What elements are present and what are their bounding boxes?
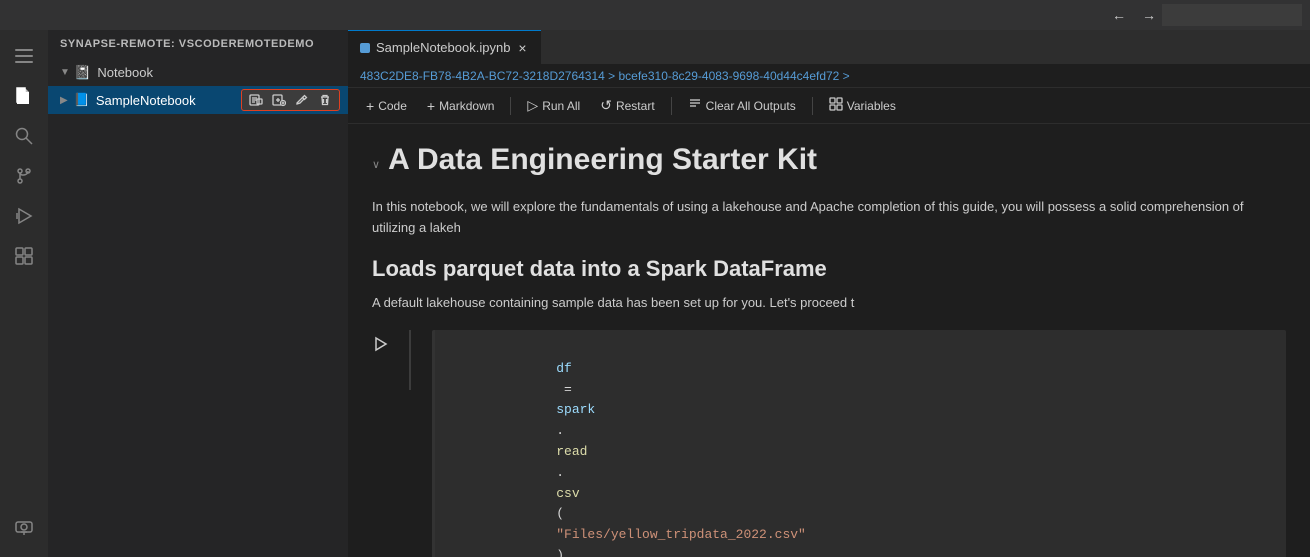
search-icon[interactable] [6, 118, 42, 154]
editor-area: SampleNotebook.ipynb × 483C2DE8-FB78-4B2… [348, 30, 1310, 557]
add-code-icon: + [366, 98, 374, 114]
notebook-tab-icon [360, 43, 370, 53]
notebook-content[interactable]: ∨ A Data Engineering Starter Kit In this… [348, 124, 1310, 557]
delete-button[interactable] [314, 91, 336, 109]
run-all-label: Run All [542, 99, 580, 113]
tab-sample-notebook[interactable]: SampleNotebook.ipynb × [348, 30, 541, 65]
variables-label: Variables [847, 99, 896, 113]
notebook-heading-2: Loads parquet data into a Spark DataFram… [372, 255, 1286, 284]
nav-forward-button[interactable]: → [1136, 5, 1162, 25]
title-search-input[interactable] [1162, 4, 1302, 26]
collapse-icon[interactable]: ∨ [372, 158, 380, 171]
run-all-icon: ▷ [527, 97, 538, 114]
source-control-icon[interactable] [6, 158, 42, 194]
remote-icon[interactable] [6, 509, 42, 545]
tab-label: SampleNotebook.ipynb [376, 40, 510, 55]
nav-back-button[interactable]: ← [1106, 5, 1132, 25]
toolbar-separator-3 [812, 97, 813, 115]
add-to-notebook-button[interactable] [268, 91, 290, 109]
heading1-row: ∨ A Data Engineering Starter Kit [372, 140, 1286, 189]
rename-button[interactable] [291, 91, 313, 109]
add-markdown-label: Markdown [439, 99, 494, 113]
code-block[interactable]: df = spark . read . csv ( "Files/yellow_… [432, 330, 1286, 557]
activity-bar-bottom [6, 509, 42, 557]
breadcrumb-path: 483C2DE8-FB78-4B2A-BC72-3218D2764314 > b… [360, 69, 850, 83]
title-bar: ← → [0, 0, 1310, 30]
sidebar-section-notebook[interactable]: ▼ 📓 Notebook [48, 58, 348, 86]
sidebar-item-toolbar [241, 89, 340, 111]
add-code-label: Code [378, 99, 407, 113]
code-cell: df = spark . read . csv ( "Files/yellow_… [372, 330, 1286, 557]
clear-all-outputs-label: Clear All Outputs [706, 99, 796, 113]
menu-icon[interactable] [6, 38, 42, 74]
notebook-paragraph-2: A default lakehouse containing sample da… [372, 293, 1286, 314]
restart-icon: ↺ [600, 97, 612, 114]
restart-button[interactable]: ↺ Restart [594, 94, 660, 117]
cell-gutter-line [409, 330, 411, 390]
sidebar-notebook-label: Notebook [97, 65, 153, 80]
title-bar-nav: ← → [1106, 5, 1162, 25]
code-line-1: df = spark . read . csv ( "Files/yellow_… [447, 338, 1274, 557]
open-notebook-button[interactable] [245, 91, 267, 109]
explorer-icon[interactable] [6, 78, 42, 114]
add-markdown-button[interactable]: + Markdown [421, 95, 501, 117]
tab-close-button[interactable]: × [516, 40, 528, 56]
cell-run-button[interactable] [372, 336, 388, 352]
notebook-toolbar: + Code + Markdown ▷ Run All ↺ Restart [348, 88, 1310, 124]
cell-gutter [396, 330, 424, 390]
toolbar-separator-1 [510, 97, 511, 115]
run-debug-icon[interactable] [6, 198, 42, 234]
toolbar-separator-2 [671, 97, 672, 115]
notebook-heading-1: A Data Engineering Starter Kit [388, 140, 817, 179]
clear-all-outputs-button[interactable]: Clear All Outputs [682, 94, 802, 117]
activity-bar [0, 30, 48, 557]
notebook-paragraph-1: In this notebook, we will explore the fu… [372, 197, 1286, 239]
add-markdown-icon: + [427, 98, 435, 114]
restart-label: Restart [616, 99, 655, 113]
add-code-button[interactable]: + Code [360, 95, 413, 117]
main-layout: SYNAPSE-REMOTE: VSCODEREMOTEDEMO ▼ 📓 Not… [0, 30, 1310, 557]
sidebar: SYNAPSE-REMOTE: VSCODEREMOTEDEMO ▼ 📓 Not… [48, 30, 348, 557]
tab-bar: SampleNotebook.ipynb × [348, 30, 1310, 65]
variables-button[interactable]: Variables [823, 94, 902, 117]
sidebar-header: SYNAPSE-REMOTE: VSCODEREMOTEDEMO [48, 30, 348, 58]
clear-outputs-icon [688, 97, 702, 114]
code-cell-content: df = spark . read . csv ( "Files/yellow_… [432, 330, 1286, 557]
notebook-file-icon: 📘 [74, 92, 90, 108]
variables-icon [829, 97, 843, 114]
extensions-icon[interactable] [6, 238, 42, 274]
breadcrumb: 483C2DE8-FB78-4B2A-BC72-3218D2764314 > b… [348, 65, 1310, 88]
run-all-button[interactable]: ▷ Run All [521, 94, 586, 117]
sidebar-item-samplenotebook[interactable]: ▶ 📘 SampleNotebook [48, 86, 348, 114]
